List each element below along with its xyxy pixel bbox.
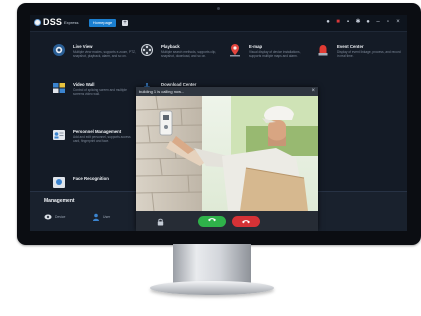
logo-icon	[34, 19, 41, 26]
module-title: Live View	[73, 44, 93, 49]
monitor-bezel: DSS Express Homepage + ● ■ ▪ ✱ ● – ▫ × L…	[17, 3, 421, 245]
management-title: Management	[44, 198, 75, 204]
module-title: Video Wall	[73, 82, 95, 87]
module-face-recognition[interactable]: Face Recognition	[52, 175, 140, 189]
siren-icon	[318, 45, 328, 56]
device-icon	[44, 214, 52, 220]
map-pin-icon	[230, 44, 240, 57]
close-icon[interactable]: ×	[395, 19, 401, 25]
hang-up-button[interactable]	[232, 216, 260, 227]
app-screen: DSS Express Homepage + ● ■ ▪ ✱ ● – ▫ × L…	[30, 15, 407, 231]
tab-homepage[interactable]: Homepage	[89, 19, 116, 27]
add-tab-button[interactable]: +	[122, 20, 128, 26]
webcam-dot	[217, 7, 220, 10]
doorbell-video-feed	[136, 96, 318, 211]
module-description: Multiple view modes, supports e-zoom, PT…	[73, 50, 136, 58]
popup-title: building 1 is calling now...	[139, 89, 185, 94]
module-title: Event Center	[337, 44, 364, 49]
module-description: Multiple search methods, supports clip, …	[161, 50, 217, 58]
settings-icon[interactable]: ✱	[355, 19, 361, 25]
management-item-label: User	[103, 215, 111, 219]
alarm-icon[interactable]: ■	[335, 19, 341, 25]
lock-icon[interactable]: ▪	[345, 19, 351, 25]
module-description: Control of splicing screen and multiple …	[73, 88, 127, 96]
answer-call-button[interactable]	[198, 216, 226, 227]
video-wall-icon	[53, 83, 65, 93]
module-title: Personnel Management	[73, 129, 122, 134]
face-icon	[53, 177, 65, 188]
monitor-stand-base	[150, 281, 274, 295]
maximize-icon[interactable]: ▫	[385, 19, 391, 25]
call-controls	[136, 211, 318, 231]
phone-icon	[208, 218, 216, 222]
module-title: Playback	[161, 44, 180, 49]
module-live-view[interactable]: Live View Multiple view modes, supports …	[52, 43, 140, 69]
user-icon[interactable]: ●	[325, 19, 331, 25]
live-view-icon	[53, 44, 65, 56]
module-e-map[interactable]: E-map Visual display of device installat…	[228, 43, 316, 69]
module-playback[interactable]: Playback Multiple search methods, suppor…	[140, 43, 228, 69]
minimize-icon[interactable]: –	[375, 19, 381, 25]
module-description: Display of event linkage, process, and r…	[337, 50, 401, 58]
phone-hangup-icon	[242, 220, 250, 224]
popup-header: building 1 is calling now... ×	[136, 87, 318, 96]
module-description: Add and edit personnel, supports access …	[73, 135, 131, 143]
monitor-stand-neck	[173, 244, 251, 285]
app-logo-subtitle: Express	[64, 20, 79, 25]
module-video-wall[interactable]: Video Wall Control of splicing screen an…	[52, 81, 140, 107]
module-title: Face Recognition	[73, 176, 109, 181]
module-description: Visual display of device installations, …	[249, 50, 301, 58]
intercom-call-popup: building 1 is calling now... ×	[136, 87, 318, 231]
module-event-center[interactable]: Event Center Display of event linkage, p…	[316, 43, 404, 69]
app-logo-text: DSS	[43, 17, 63, 27]
management-item-label: Device	[55, 215, 66, 219]
app-bar-icons: ● ■ ▪ ✱ ● – ▫ ×	[325, 19, 401, 25]
module-personnel-management[interactable]: Personnel Management Add and edit person…	[52, 128, 140, 154]
close-icon[interactable]: ×	[311, 88, 315, 94]
module-title: E-map	[249, 44, 263, 49]
info-icon[interactable]: ●	[365, 19, 371, 25]
app-bar: DSS Express Homepage + ● ■ ▪ ✱ ● – ▫ ×	[30, 15, 407, 32]
personnel-icon	[53, 130, 65, 140]
unlock-door-icon[interactable]	[157, 218, 164, 226]
playback-icon	[141, 44, 153, 56]
user-icon	[93, 213, 99, 221]
